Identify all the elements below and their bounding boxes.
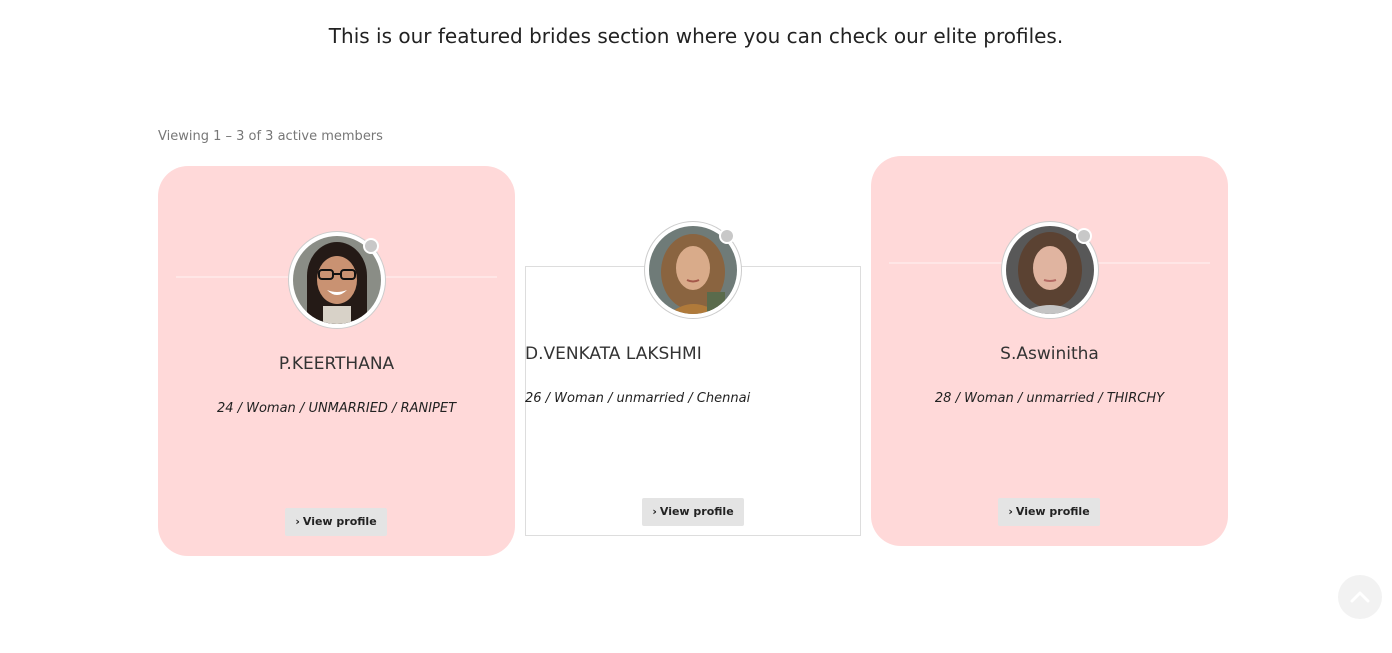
profile-name[interactable]: P.KEERTHANA [158,354,515,374]
view-profile-button[interactable]: › View profile [642,498,744,526]
profile-details: 24 / Woman / UNMARRIED / RANIPET [216,401,457,416]
view-profile-button[interactable]: › View profile [285,508,387,536]
featured-brides-page: This is our featured brides section wher… [0,0,1392,653]
profile-card: P.KEERTHANA 24 / Woman / UNMARRIED / RAN… [158,166,515,556]
section-intro: This is our featured brides section wher… [328,24,1064,48]
chevron-up-icon [1350,591,1370,603]
avatar[interactable] [645,222,741,318]
profile-name[interactable]: S.Aswinitha [871,344,1228,364]
profile-details: 28 / Woman / unmarried / THIRCHY [934,391,1165,406]
avatar[interactable] [1002,222,1098,318]
chevron-right-icon: › [1008,505,1013,518]
profile-card: S.Aswinitha 28 / Woman / unmarried / THI… [871,156,1228,546]
status-dot-icon [363,238,379,254]
profile-name[interactable]: D.VENKATA LAKSHMI [525,344,861,364]
scroll-to-top-button[interactable] [1338,575,1382,619]
profile-details: 26 / Woman / unmarried / Chennai [525,391,751,406]
members-count: Viewing 1 – 3 of 3 active members [158,129,383,144]
status-dot-icon [719,228,735,244]
chevron-right-icon: › [652,505,657,518]
view-profile-button[interactable]: › View profile [998,498,1100,526]
status-dot-icon [1076,228,1092,244]
chevron-right-icon: › [295,515,300,528]
avatar[interactable] [289,232,385,328]
